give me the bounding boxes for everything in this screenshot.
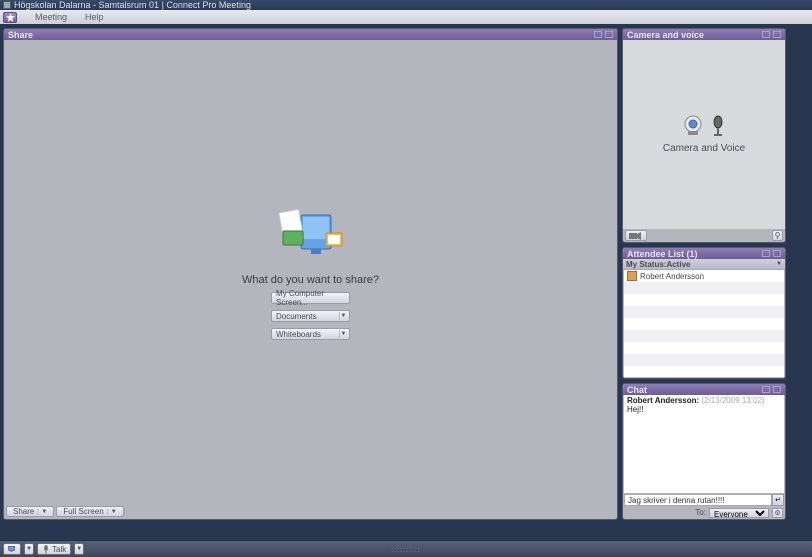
connection-dropdown[interactable]: ▼ (24, 543, 34, 555)
chat-pod-title: Chat (627, 385, 647, 395)
share-prompt: What do you want to share? (242, 274, 379, 286)
camera-options-button[interactable]: ⚲ (772, 230, 783, 241)
pod-options-icon[interactable] (773, 386, 781, 393)
share-screen-label: My Computer Screen... (276, 289, 345, 307)
pod-options-icon[interactable] (605, 31, 613, 38)
layout-star-button[interactable] (3, 12, 17, 23)
microphone-icon (711, 115, 725, 137)
share-screen-button[interactable]: My Computer Screen... (271, 292, 350, 304)
mic-small-icon (42, 545, 50, 554)
status-label: My Status: (626, 260, 666, 269)
chat-sender: Robert Andersson: (627, 396, 699, 405)
chevron-down-icon: ▼ (37, 509, 47, 515)
share-documents-dropdown[interactable]: Documents ▼ (271, 310, 350, 322)
share-pod-header[interactable]: Share (4, 29, 617, 40)
window-title: Högskolan Dalarna - Samtalsrum 01 | Conn… (14, 0, 251, 10)
pod-options-icon[interactable] (773, 250, 781, 257)
chevron-down-icon: ▼ (107, 509, 117, 515)
attendee-pod: Attendee List (1) My Status:Active ▼ Rob… (622, 247, 786, 379)
share-whiteboards-label: Whiteboards (276, 330, 321, 339)
chat-text: Hej!! (627, 405, 643, 414)
chevron-down-icon: ▼ (76, 546, 82, 552)
camera-pod-body: Camera and Voice (623, 40, 785, 229)
status-bar[interactable]: My Status:Active ▼ (623, 259, 785, 270)
share-pod-footer: Share ▼ Full Screen ▼ (6, 506, 124, 517)
pod-minimize-icon[interactable] (594, 31, 602, 38)
host-role-icon (627, 271, 637, 281)
chat-history[interactable]: Robert Andersson: (2/13/2009 13:02) Hej!… (624, 395, 784, 493)
menubar: Meeting Help (0, 10, 812, 24)
share-pod: Share What do you want to share? (3, 28, 618, 520)
chat-options-button[interactable]: ⚙ (772, 508, 783, 518)
share-footer-fullscreen-button[interactable]: Full Screen ▼ (56, 506, 123, 517)
magnifier-icon: ⚲ (775, 231, 781, 240)
talk-button[interactable]: Talk (37, 543, 71, 555)
chat-input[interactable] (624, 494, 772, 506)
menu-meeting[interactable]: Meeting (35, 12, 67, 22)
attendee-row[interactable]: Robert Andersson (624, 270, 784, 282)
camera-pod-footer: ⚲ (625, 230, 783, 241)
bottombar: ▼ Talk ▼ :::::::::: (0, 540, 812, 557)
chat-pod: Chat Robert Andersson: (2/13/2009 13:02)… (622, 383, 786, 520)
camera-pod-title: Camera and voice (627, 30, 704, 40)
chevron-down-icon: ▼ (339, 330, 347, 338)
talk-dropdown[interactable]: ▼ (74, 543, 84, 555)
webcam-icon (683, 115, 709, 137)
share-pod-title: Share (8, 30, 33, 40)
pod-minimize-icon[interactable] (762, 31, 770, 38)
window-titlebar: Högskolan Dalarna - Samtalsrum 01 | Conn… (0, 0, 812, 10)
chat-to-label: To: (695, 508, 706, 517)
share-footer-share-label: Share (13, 507, 34, 516)
share-footer-share-button[interactable]: Share ▼ (6, 506, 54, 517)
camera-icons (683, 115, 725, 137)
talk-label: Talk (52, 545, 66, 554)
connection-button[interactable] (3, 543, 21, 555)
share-pod-body: What do you want to share? My Computer S… (4, 40, 617, 505)
share-documents-label: Documents (276, 312, 316, 321)
chat-message: Robert Andersson: (2/13/2009 13:02) Hej!… (627, 396, 781, 414)
share-footer-fullscreen-label: Full Screen (63, 507, 103, 516)
camera-pod: Camera and voice Camera and Voice (622, 28, 786, 243)
menu-help[interactable]: Help (85, 12, 104, 22)
workspace: Share What do you want to share? (0, 25, 812, 540)
chat-send-button[interactable]: ↵ (772, 494, 784, 506)
attendee-name: Robert Andersson (640, 272, 704, 281)
app-icon (3, 1, 11, 9)
chevron-down-icon: ▼ (339, 312, 347, 320)
attendee-pod-title: Attendee List (627, 249, 684, 259)
camera-label: Camera and Voice (663, 143, 745, 154)
chat-pod-header[interactable]: Chat (623, 384, 785, 395)
camera-small-icon (629, 232, 641, 240)
camera-pod-header[interactable]: Camera and voice (623, 29, 785, 40)
attendee-list: Robert Andersson (624, 270, 784, 377)
chevron-down-icon: ▼ (776, 261, 782, 267)
pod-minimize-icon[interactable] (762, 386, 770, 393)
chat-time: (2/13/2009 13:02) (701, 396, 764, 405)
resize-grip[interactable]: :::::::::: (391, 547, 420, 554)
monitor-icon (8, 545, 16, 553)
attendee-count: (1) (687, 249, 698, 259)
pod-minimize-icon[interactable] (762, 250, 770, 257)
chevron-down-icon: ▼ (26, 546, 32, 552)
send-arrow-icon: ↵ (775, 496, 781, 504)
chat-input-row: ↵ (624, 494, 784, 506)
share-illustration-icon (271, 205, 351, 260)
share-whiteboards-dropdown[interactable]: Whiteboards ▼ (271, 328, 350, 340)
status-value: Active (666, 260, 690, 269)
chat-to-select[interactable]: Everyone (709, 508, 769, 518)
chat-to-row: To: Everyone ⚙ (624, 507, 783, 518)
attendee-pod-header[interactable]: Attendee List (1) (623, 248, 785, 259)
start-camera-button[interactable] (625, 230, 647, 241)
pod-options-icon[interactable] (773, 31, 781, 38)
gear-icon: ⚙ (774, 509, 780, 517)
